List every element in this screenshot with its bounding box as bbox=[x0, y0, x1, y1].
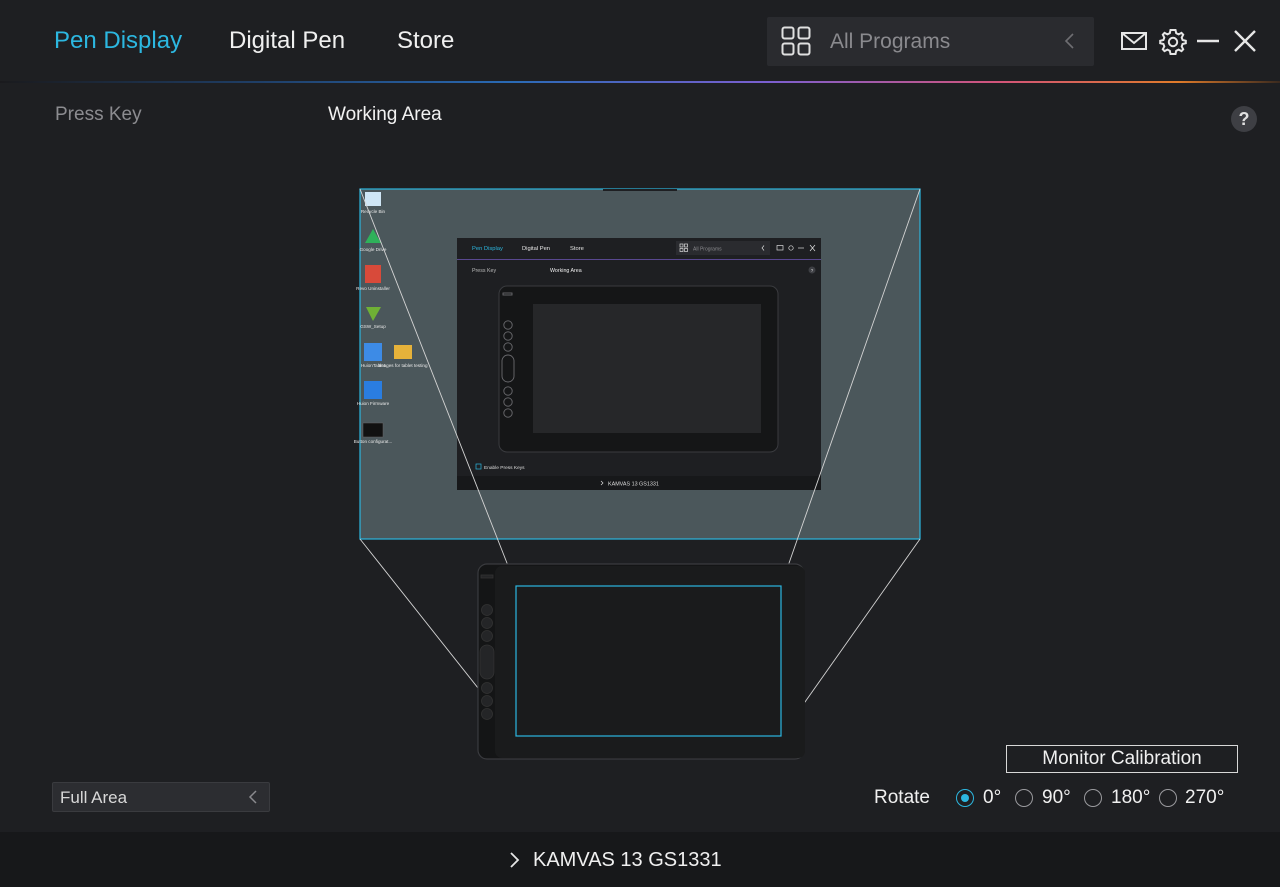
tab-pen-display[interactable]: Pen Display bbox=[54, 27, 182, 55]
desktop-label: Button configurat... bbox=[354, 439, 393, 444]
header-divider bbox=[0, 81, 1280, 83]
rotate-label-90[interactable]: 90° bbox=[1042, 787, 1071, 809]
grid-icon bbox=[781, 26, 811, 56]
minimize-icon[interactable] bbox=[1194, 27, 1222, 55]
mini-program-label: All Programs bbox=[693, 247, 722, 253]
desktop-label: Google Drive bbox=[360, 247, 387, 252]
desktop-label: Revo Uninstaller bbox=[356, 286, 390, 291]
rotate-radio-270[interactable] bbox=[1159, 789, 1177, 807]
tab-store[interactable]: Store bbox=[397, 27, 454, 55]
help-icon[interactable]: ? bbox=[1231, 106, 1257, 132]
rotate-label: Rotate bbox=[874, 787, 930, 808]
mini-subtab: Press Key bbox=[472, 268, 496, 274]
desktop-icons bbox=[362, 192, 412, 438]
header-bar: Pen Display Digital Pen Store All Progra… bbox=[0, 0, 1280, 82]
mini-enable-press-keys: Enable Press Keys bbox=[484, 465, 525, 471]
mini-tab: Digital Pen bbox=[522, 246, 550, 252]
recycle-bin-icon bbox=[365, 192, 381, 206]
button-config-icon bbox=[362, 422, 384, 438]
device-name[interactable]: KAMVAS 13 GS1331 bbox=[533, 849, 722, 872]
rotate-label-0[interactable]: 0° bbox=[983, 787, 1001, 809]
pen-display-tablet bbox=[477, 563, 805, 760]
chevron-left-icon bbox=[248, 790, 257, 804]
desktop-label: GSW_Setup bbox=[360, 324, 386, 329]
mini-tab: Store bbox=[570, 246, 584, 252]
subtab-working-area[interactable]: Working Area bbox=[328, 104, 442, 126]
mini-device: KAMVAS 13 GS1331 bbox=[608, 482, 659, 488]
mini-help: ? bbox=[811, 268, 814, 273]
uninstaller-icon bbox=[365, 265, 381, 283]
close-icon[interactable] bbox=[1231, 27, 1259, 55]
projection-lines bbox=[359, 188, 921, 737]
program-selector[interactable]: All Programs bbox=[767, 17, 1094, 66]
chevron-right-icon[interactable] bbox=[508, 851, 520, 869]
mini-app-window: Pen Display Digital Pen Store All Progra… bbox=[457, 238, 821, 490]
mini-subtab: Working Area bbox=[550, 268, 582, 274]
desktop-label: Huion Firmware bbox=[357, 401, 390, 406]
monitor-calibration-button[interactable]: Monitor Calibration bbox=[1006, 745, 1238, 773]
rotate-radio-180[interactable] bbox=[1084, 789, 1102, 807]
rotate-label-270[interactable]: 270° bbox=[1185, 787, 1224, 809]
mini-tab: Pen Display bbox=[472, 246, 503, 252]
footer-bar: KAMVAS 13 GS1331 bbox=[0, 832, 1280, 887]
folder-icon bbox=[394, 345, 412, 359]
mail-icon[interactable] bbox=[1120, 27, 1148, 55]
screen-preview bbox=[359, 188, 921, 540]
program-selector-label: All Programs bbox=[830, 30, 951, 53]
area-select-label: Full Area bbox=[60, 788, 128, 807]
active-area-rect bbox=[515, 585, 782, 737]
rotate-radio-90[interactable] bbox=[1015, 789, 1033, 807]
firmware-icon bbox=[364, 381, 382, 399]
desktop-label: Recycle Bin bbox=[361, 209, 386, 214]
gear-icon[interactable] bbox=[1159, 27, 1187, 55]
rotate-radio-0[interactable] bbox=[956, 789, 974, 807]
huion-tablet-icon bbox=[364, 343, 382, 361]
setup-icon bbox=[366, 307, 381, 321]
drive-icon bbox=[365, 229, 381, 243]
desktop-label: HuionTablet bbox=[361, 363, 386, 368]
subtab-press-key[interactable]: Press Key bbox=[55, 104, 142, 126]
rotate-label-180[interactable]: 180° bbox=[1111, 787, 1150, 809]
chevron-left-icon bbox=[1064, 33, 1074, 49]
tab-digital-pen[interactable]: Digital Pen bbox=[229, 27, 345, 55]
desktop-label: Images for tablet testing bbox=[378, 363, 427, 368]
area-select[interactable]: Full Area bbox=[52, 782, 270, 812]
